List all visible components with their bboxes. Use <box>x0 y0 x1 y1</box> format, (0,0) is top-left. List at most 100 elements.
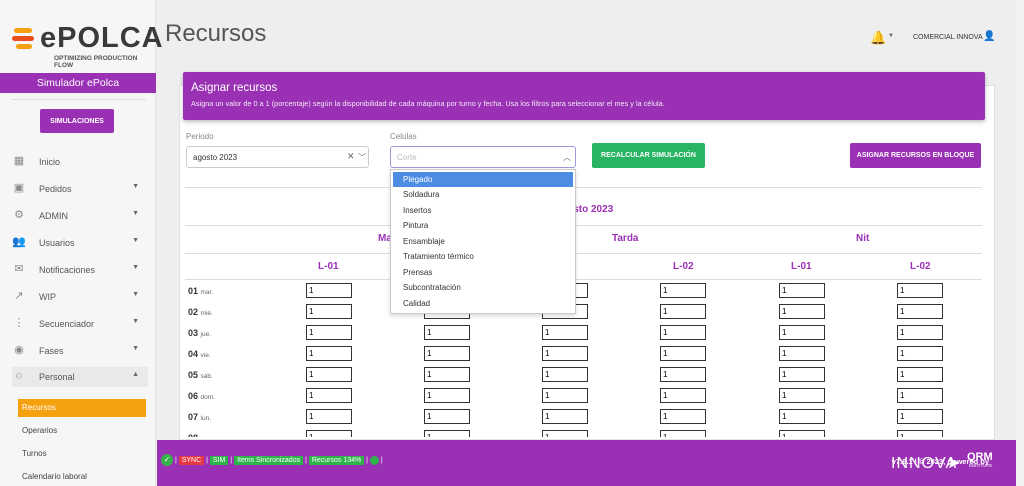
resource-value-input[interactable] <box>306 430 352 437</box>
resource-value-input[interactable] <box>424 346 470 361</box>
epolca-logo[interactable]: ePOLCA OPTIMIZING PRODUCTION FLOW <box>12 22 163 69</box>
recalcular-button[interactable]: RECALCULAR SIMULACIÓN <box>592 143 705 168</box>
dropdown-option-subcontratacion[interactable]: Subcontratación <box>393 280 573 295</box>
page-scrollbar[interactable] <box>1016 0 1024 486</box>
sidebar-item-wip[interactable]: ↗ WIP ▼ <box>12 287 148 307</box>
resource-value-input[interactable] <box>660 346 706 361</box>
resource-value-input[interactable] <box>660 388 706 403</box>
resource-value-input[interactable] <box>306 388 352 403</box>
sidebar-item-inicio[interactable]: ▦ Inicio <box>12 152 148 172</box>
caret-down-icon[interactable]: ▼ <box>888 33 894 39</box>
resource-value-input[interactable] <box>897 304 943 319</box>
sidebar-subitem-turnos[interactable]: Turnos <box>18 445 146 463</box>
page-title: Recursos <box>165 20 267 47</box>
resource-value-input[interactable] <box>424 367 470 382</box>
resource-value-input[interactable] <box>660 430 706 437</box>
chevron-up-icon[interactable]: ︿ <box>563 152 571 163</box>
resource-value-input[interactable] <box>306 304 352 319</box>
resource-value-input[interactable] <box>897 430 943 437</box>
sidebar-subitem-recursos[interactable]: Recursos <box>18 399 146 417</box>
resource-value-input[interactable] <box>542 346 588 361</box>
resource-value-input[interactable] <box>542 409 588 424</box>
resource-value-input[interactable] <box>779 346 825 361</box>
resource-value-input[interactable] <box>660 283 706 298</box>
qrm-subtext: INSTITUTE <box>969 463 993 468</box>
dropdown-option-soldadura[interactable]: Soldadura <box>393 187 573 202</box>
resource-value-input[interactable] <box>424 409 470 424</box>
sidebar-item-pedidos[interactable]: ▣ Pedidos ▼ <box>12 179 148 199</box>
sim-badge[interactable]: SIM <box>209 455 229 465</box>
resource-value-input[interactable] <box>897 367 943 382</box>
bell-icon[interactable]: 🔔 <box>870 30 886 46</box>
dropdown-option-insertos[interactable]: Insertos <box>393 203 573 218</box>
celulas-select[interactable]: Corte ︿ <box>390 146 576 168</box>
clear-icon[interactable]: ✕ <box>347 151 355 162</box>
asignar-bloque-button[interactable]: ASIGNAR RECURSOS EN BLOQUE <box>850 143 981 168</box>
footer: ✓ | SYNC | SIM | Items Sincronizados | R… <box>157 440 1024 486</box>
resource-value-input[interactable] <box>424 430 470 437</box>
table-month: Agosto 2023 <box>553 204 614 215</box>
resource-value-input[interactable] <box>779 367 825 382</box>
sidebar: ePOLCA OPTIMIZING PRODUCTION FLOW Simula… <box>0 0 163 486</box>
resource-value-input[interactable] <box>306 367 352 382</box>
resource-value-input[interactable] <box>542 325 588 340</box>
sidebar-item-label: Notificaciones <box>39 265 96 275</box>
recursos-badge[interactable]: Recursos 134% <box>308 455 365 465</box>
resource-value-input[interactable] <box>542 367 588 382</box>
resources-table: Agosto 2023 Ma Tarda Nit L-01 L-02 L-01 … <box>185 187 982 437</box>
resource-value-input[interactable] <box>542 388 588 403</box>
sidebar-item-notificaciones[interactable]: ✉ Notificaciones ▼ <box>12 260 148 280</box>
chevron-down-icon[interactable]: ﹀ <box>358 152 366 163</box>
sidebar-item-usuarios[interactable]: 👥 Usuarios ▼ <box>12 233 148 253</box>
user-icon[interactable]: 👤 <box>983 31 995 42</box>
resource-value-input[interactable] <box>779 325 825 340</box>
resource-value-input[interactable] <box>660 325 706 340</box>
periodo-select[interactable]: agosto 2023 ✕ ﹀ <box>186 146 369 168</box>
app-label: Simulador ePolca <box>0 73 156 93</box>
sidebar-item-admin[interactable]: ⚙ ADMIN ▼ <box>12 206 148 226</box>
caret-down-icon: ▼ <box>132 291 139 298</box>
phases-icon: ◉ <box>14 344 24 356</box>
dropdown-option-prensas[interactable]: Prensas <box>393 265 573 280</box>
sidebar-item-fases[interactable]: ◉ Fases ▼ <box>12 341 148 361</box>
resource-value-input[interactable] <box>897 409 943 424</box>
sidebar-item-personal[interactable]: ⚇ Personal ▲ <box>12 367 148 387</box>
resource-value-input[interactable] <box>779 409 825 424</box>
sidebar-subitem-operarios[interactable]: Operarios <box>18 422 146 440</box>
personal-icon: ⚇ <box>15 372 23 381</box>
resource-value-input[interactable] <box>660 304 706 319</box>
dropdown-option-ensamblaje[interactable]: Ensamblaje <box>393 234 573 249</box>
resource-value-input[interactable] <box>897 325 943 340</box>
dropdown-option-tratamiento[interactable]: Tratamiento térmico <box>393 249 573 264</box>
dropdown-option-plegado[interactable]: Plegado <box>393 172 573 187</box>
resource-value-input[interactable] <box>779 304 825 319</box>
resource-value-input[interactable] <box>897 388 943 403</box>
day-label: 02 mié. <box>188 307 213 317</box>
resource-value-input[interactable] <box>424 325 470 340</box>
caret-down-icon: ▼ <box>132 237 139 244</box>
sidebar-subitem-calendario[interactable]: Calendario laboral <box>18 468 146 486</box>
resource-value-input[interactable] <box>306 325 352 340</box>
resource-value-input[interactable] <box>542 430 588 437</box>
sidebar-item-label: Pedidos <box>39 184 72 194</box>
resource-value-input[interactable] <box>779 430 825 437</box>
dropdown-option-pintura[interactable]: Pintura <box>393 218 573 233</box>
resource-value-input[interactable] <box>660 367 706 382</box>
sync-badge[interactable]: SYNC <box>178 455 205 465</box>
resource-value-input[interactable] <box>897 346 943 361</box>
user-name[interactable]: COMERCIAL INNOVA <box>913 34 983 41</box>
dropdown-option-calidad[interactable]: Calidad <box>393 296 573 311</box>
resource-value-input[interactable] <box>660 409 706 424</box>
wip-icon: ↗ <box>14 290 24 302</box>
resource-value-input[interactable] <box>779 283 825 298</box>
resource-value-input[interactable] <box>424 388 470 403</box>
sidebar-item-secuenciador[interactable]: ⋮ Secuenciador ▼ <box>12 314 148 334</box>
simulaciones-button[interactable]: SIMULACIONES <box>40 109 114 133</box>
items-badge[interactable]: Items Sincronizados <box>234 455 304 465</box>
resource-value-input[interactable] <box>306 409 352 424</box>
resource-value-input[interactable] <box>779 388 825 403</box>
resource-value-input[interactable] <box>306 346 352 361</box>
resource-value-input[interactable] <box>897 283 943 298</box>
resource-value-input[interactable] <box>306 283 352 298</box>
sidebar-item-label: Secuenciador <box>39 319 95 329</box>
